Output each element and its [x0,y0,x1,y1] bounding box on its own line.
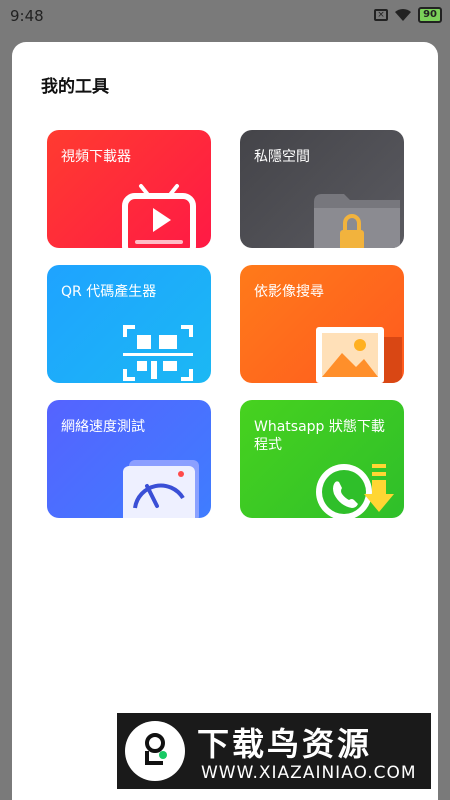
locked-folder-icon [314,194,400,248]
battery-icon: 90 [418,7,442,23]
tool-label: QR 代碼產生器 [61,284,157,300]
tool-card-private-space[interactable]: 私隱空間 [240,130,404,248]
wifi-icon [395,8,412,21]
status-time: 9:48 [10,7,44,25]
status-icons: × 90 [374,7,442,23]
watermark-url: WWW.XIAZAINIAO.COM [201,763,417,783]
whatsapp-download-icon [316,464,394,518]
tool-card-speed-test[interactable]: 網絡速度測試 [47,400,211,518]
sheet-title: 我的工具 [41,77,109,97]
tool-label: 依影像搜尋 [254,284,324,300]
tool-card-image-search[interactable]: 依影像搜尋 [240,265,404,383]
tool-label: 私隱空間 [254,149,310,165]
qr-code-icon [123,325,193,381]
no-sim-icon: × [374,9,389,21]
bird-logo-icon [125,721,185,781]
tools-sheet: 我的工具 視頻下載器 私隱空間 QR 代碼產生器 依影像搜尋 網絡速度測試 Wh… [12,42,438,800]
watermark-title: 下载鸟资源 [197,725,373,763]
tool-card-qr-generator[interactable]: QR 代碼產生器 [47,265,211,383]
tool-label: 網絡速度測試 [61,419,145,435]
tool-card-whatsapp-status[interactable]: Whatsapp 狀態下載程式 [240,400,404,518]
tool-label: 視頻下載器 [61,149,131,165]
tool-label: Whatsapp 狀態下載程式 [254,419,385,453]
watermark-banner: 下载鸟资源 WWW.XIAZAINIAO.COM [117,713,431,789]
tool-card-video-downloader[interactable]: 視頻下載器 [47,130,211,248]
video-download-icon [122,184,196,248]
status-bar: 9:48 × 90 [0,0,450,32]
image-search-icon [316,327,402,383]
speedometer-icon [123,460,199,518]
